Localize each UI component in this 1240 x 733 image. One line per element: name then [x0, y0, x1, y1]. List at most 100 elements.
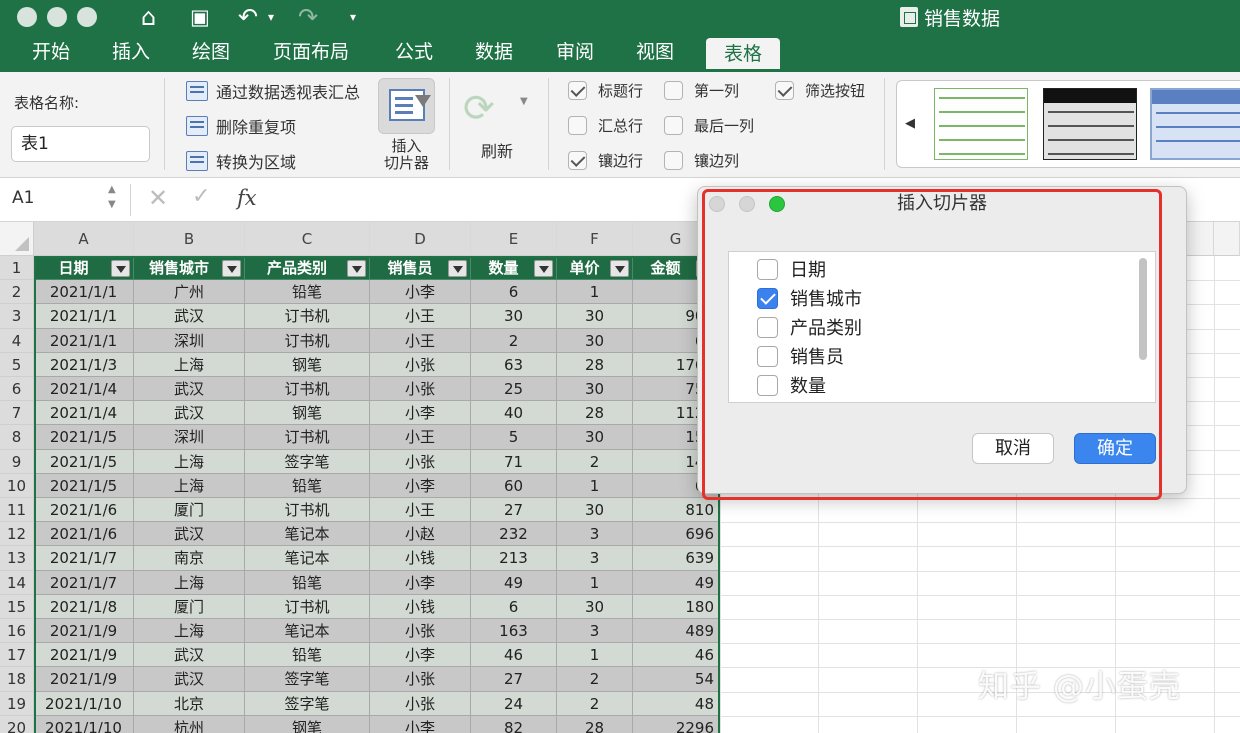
refresh-dropdown-icon[interactable]: ▼ [520, 96, 528, 107]
table-cell[interactable]: 54 [633, 667, 719, 692]
table-cell[interactable]: 25 [471, 377, 557, 402]
insert-slicer-button[interactable] [378, 78, 435, 134]
table-cell[interactable]: 2021/1/4 [34, 377, 134, 402]
table-cell[interactable]: 28 [557, 401, 633, 426]
table-header-cell[interactable]: 销售员 [370, 256, 471, 281]
table-cell[interactable]: 27 [471, 667, 557, 692]
field-product-category-checkbox[interactable] [757, 316, 778, 338]
table-cell[interactable]: 铅笔 [245, 473, 370, 498]
first-column-checkbox[interactable] [664, 81, 683, 100]
redo-icon[interactable]: ↷ [298, 2, 318, 32]
window-zoom-button[interactable] [77, 7, 97, 27]
table-style-black[interactable] [1043, 88, 1137, 160]
table-cell[interactable]: 24 [471, 691, 557, 716]
table-cell[interactable]: 1 [557, 570, 633, 595]
table-cell[interactable]: 60 [471, 473, 557, 498]
table-cell[interactable]: 30 [557, 377, 633, 402]
table-cell[interactable]: 6 [471, 280, 557, 305]
table-cell[interactable]: 小王 [370, 498, 471, 523]
table-cell[interactable]: 深圳 [134, 328, 245, 353]
filter-dropdown-icon[interactable] [347, 260, 366, 277]
table-cell[interactable]: 钢笔 [245, 715, 370, 733]
ok-button[interactable]: 确定 [1074, 433, 1156, 464]
table-cell[interactable]: 2 [557, 449, 633, 474]
table-cell[interactable]: 订书机 [245, 377, 370, 402]
row-header[interactable]: 15 [0, 594, 34, 619]
field-salesperson[interactable]: 销售员 [757, 343, 844, 369]
field-date-checkbox[interactable] [757, 258, 778, 280]
table-cell[interactable]: 639 [633, 546, 719, 571]
row-header[interactable]: 20 [0, 715, 34, 733]
table-cell[interactable]: 深圳 [134, 425, 245, 450]
row-header[interactable]: 10 [0, 473, 34, 498]
column-header-f[interactable]: F [557, 222, 633, 256]
row-header[interactable]: 4 [0, 328, 34, 353]
table-cell[interactable]: 30 [471, 304, 557, 329]
table-cell[interactable]: 订书机 [245, 498, 370, 523]
table-cell[interactable]: 2021/1/7 [34, 546, 134, 571]
table-cell[interactable]: 钢笔 [245, 352, 370, 377]
table-cell[interactable]: 2021/1/7 [34, 570, 134, 595]
filter-dropdown-icon[interactable] [111, 260, 130, 277]
banded-rows-checkbox[interactable] [568, 151, 587, 170]
table-cell[interactable]: 2021/1/10 [34, 715, 134, 733]
save-icon[interactable]: ▣ [190, 2, 210, 32]
option-first-column[interactable]: 第一列 [664, 80, 739, 101]
column-header-a[interactable]: A [34, 222, 134, 256]
table-cell[interactable]: 30 [557, 425, 633, 450]
table-cell[interactable]: 2021/1/8 [34, 594, 134, 619]
table-header-cell[interactable]: 产品类别 [245, 256, 370, 281]
option-filter-button[interactable]: 筛选按钮 [775, 80, 865, 101]
field-date[interactable]: 日期 [757, 256, 826, 282]
window-minimize-button[interactable] [47, 7, 67, 27]
table-cell[interactable]: 上海 [134, 619, 245, 644]
table-cell[interactable]: 2021/1/5 [34, 473, 134, 498]
filter-dropdown-icon[interactable] [448, 260, 467, 277]
table-cell[interactable]: 武汉 [134, 667, 245, 692]
table-cell[interactable]: 小李 [370, 643, 471, 668]
option-last-column[interactable]: 最后一列 [664, 115, 754, 136]
row-header[interactable]: 14 [0, 570, 34, 595]
table-cell[interactable]: 2021/1/4 [34, 401, 134, 426]
tab-table[interactable]: 表格 [706, 38, 780, 72]
table-cell[interactable]: 订书机 [245, 594, 370, 619]
table-name-input[interactable]: 表1 [11, 126, 150, 162]
table-cell[interactable]: 30 [557, 498, 633, 523]
table-cell[interactable]: 上海 [134, 473, 245, 498]
table-cell[interactable]: 笔记本 [245, 546, 370, 571]
table-cell[interactable]: 杭州 [134, 715, 245, 733]
table-cell[interactable]: 武汉 [134, 401, 245, 426]
table-cell[interactable]: 铅笔 [245, 570, 370, 595]
table-cell[interactable]: 2021/1/1 [34, 304, 134, 329]
customize-toolbar-icon[interactable]: ▾ [350, 5, 356, 29]
row-header[interactable]: 6 [0, 377, 34, 402]
option-banded-rows[interactable]: 镶边行 [568, 150, 643, 171]
option-banded-columns[interactable]: 镶边列 [664, 150, 739, 171]
table-cell[interactable]: 696 [633, 522, 719, 547]
filter-button-checkbox[interactable] [775, 81, 794, 100]
tab-formulas[interactable]: 公式 [387, 34, 441, 72]
table-cell[interactable]: 上海 [134, 352, 245, 377]
table-cell[interactable]: 30 [557, 304, 633, 329]
table-cell[interactable]: 笔记本 [245, 522, 370, 547]
last-column-checkbox[interactable] [664, 116, 683, 135]
table-cell[interactable]: 上海 [134, 570, 245, 595]
table-cell[interactable]: 小李 [370, 570, 471, 595]
row-header[interactable]: 3 [0, 304, 34, 329]
table-cell[interactable]: 小李 [370, 401, 471, 426]
option-header-row[interactable]: 标题行 [568, 80, 643, 101]
tab-view[interactable]: 视图 [628, 34, 682, 72]
table-cell[interactable]: 小张 [370, 667, 471, 692]
window-close-button[interactable] [17, 7, 37, 27]
tab-insert[interactable]: 插入 [104, 34, 158, 72]
table-style-blue[interactable] [1150, 88, 1240, 160]
table-cell[interactable]: 笔记本 [245, 619, 370, 644]
table-cell[interactable]: 30 [557, 594, 633, 619]
table-cell[interactable]: 小王 [370, 328, 471, 353]
row-header[interactable]: 8 [0, 425, 34, 450]
table-cell[interactable]: 1 [557, 473, 633, 498]
table-header-cell[interactable]: 日期 [34, 256, 134, 281]
table-cell[interactable]: 82 [471, 715, 557, 733]
name-box[interactable]: A1 [12, 188, 34, 208]
table-cell[interactable]: 2021/1/9 [34, 667, 134, 692]
